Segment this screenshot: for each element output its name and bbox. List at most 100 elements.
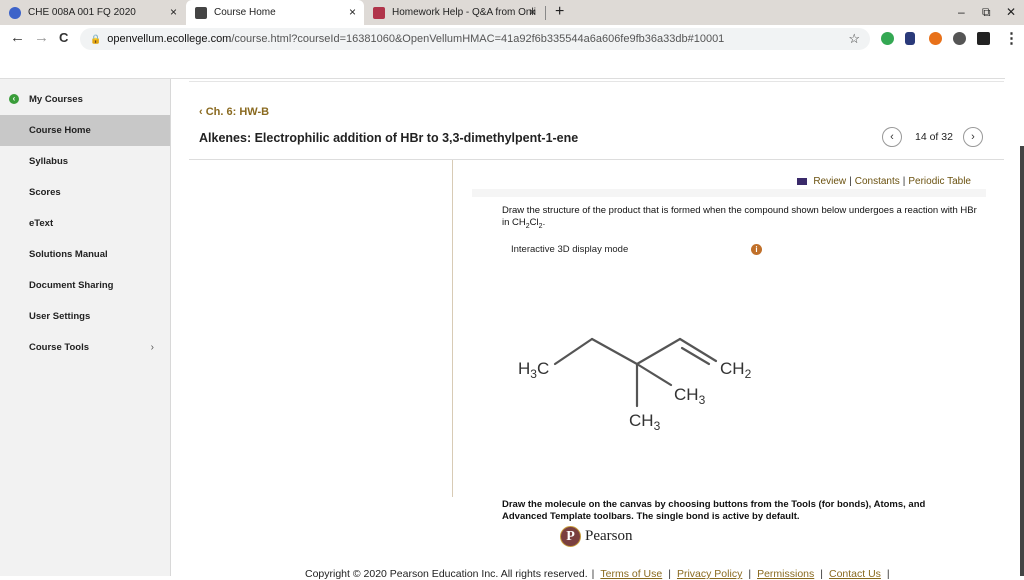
pearson-brand: P Pearson [560,526,633,547]
tab-course-home[interactable]: Course Home × [186,0,364,25]
close-tab-icon[interactable]: × [529,5,536,19]
question-text-part: Cl [529,217,539,228]
permissions-link[interactable]: Permissions [757,568,814,580]
atom-label-h3c: H3C [518,359,549,381]
question-text: Draw the structure of the product that i… [502,205,982,233]
atom-label-ch3: CH3 [629,411,661,433]
course-logo-icon [9,6,21,19]
review-link[interactable]: Review [813,176,846,187]
chegg-icon [373,6,385,19]
address-bar: ← → C 🔒 openvellum.ecollege.com/course.h… [0,25,1024,52]
close-tab-icon[interactable]: × [349,5,356,19]
next-question-button[interactable]: › [962,127,983,147]
divider [189,81,1004,82]
page-scrollbar[interactable] [1020,146,1024,576]
sidebar-item-label: Document Sharing [29,280,114,291]
tab-title: Course Home [214,7,276,18]
drawing-instructions: Draw the molecule on the canvas by choos… [502,499,926,522]
sidebar-item-etext[interactable]: eText [0,208,170,239]
forward-button[interactable]: → [34,29,49,46]
puzzle-extensions-icon[interactable] [977,32,990,45]
url-input[interactable]: 🔒 openvellum.ecollege.com/course.html?co… [80,28,870,50]
atom-label-ch3: CH3 [674,385,706,407]
resources-links: Review | Constants | Periodic Table [797,176,971,187]
bookmark-star-icon[interactable]: ☆ [848,31,860,47]
sidebar-item-label: Scores [29,187,61,198]
tab-separator [545,6,546,20]
tab-title: CHE 008A 001 FQ 2020 [28,7,136,18]
extension-icon[interactable] [905,32,915,45]
footer: Copyright © 2020 Pearson Education Inc. … [305,568,890,580]
panel-divider [452,160,453,497]
sidebar-item-syllabus[interactable]: Syllabus [0,146,170,177]
sidebar-item-document-sharing[interactable]: Document Sharing [0,270,170,301]
bond [553,337,594,366]
privacy-policy-link[interactable]: Privacy Policy [677,568,742,580]
book-icon [797,178,808,185]
lock-icon: 🔒 [90,33,102,44]
sidebar-item-course-home[interactable]: Course Home [0,115,170,146]
terms-of-use-link[interactable]: Terms of Use [600,568,662,580]
pearson-wordmark: Pearson [585,528,633,544]
question-pager: ‹ 14 of 32 › [882,127,983,147]
constants-link[interactable]: Constants [855,176,900,187]
browser-tab-strip: CHE 008A 001 FQ 2020 × Course Home × Hom… [0,0,1024,25]
atom-label-ch2: CH2 [720,359,752,381]
breadcrumb-label: Ch. 6: HW-B [205,106,270,118]
question-text-part: Draw the structure of the product that i… [502,205,977,228]
new-tab-button[interactable]: + [555,3,564,21]
restore-button[interactable]: ⧉ [982,5,991,20]
back-button[interactable]: ← [10,29,25,46]
separator: | [748,568,752,580]
separator: | [849,176,852,187]
separator: | [591,568,595,580]
separator: | [902,176,906,187]
divider [189,159,1004,160]
chevron-right-icon: › [150,342,154,353]
contact-us-link[interactable]: Contact Us [829,568,881,580]
sidebar-item-label: eText [29,218,54,229]
url-host: openvellum.ecollege.com [107,33,232,45]
sidebar: ‹ My Courses Course Home Syllabus Scores… [0,79,171,576]
tab-homework-help[interactable]: Homework Help - Q&A from Onli × [364,0,544,25]
extension-icon[interactable] [953,32,966,45]
extension-icon[interactable] [929,32,942,45]
bond [590,337,639,366]
periodic-table-link[interactable]: Periodic Table [908,176,971,187]
bond [635,337,682,366]
sidebar-item-label: User Settings [29,311,91,322]
tab-title: Homework Help - Q&A from Onli [392,7,536,18]
grammarly-extension-icon[interactable] [881,32,894,45]
sidebar-item-label: Course Home [29,125,91,136]
sidebar-item-label: Solutions Manual [29,249,108,260]
copyright-text: Copyright © 2020 Pearson Education Inc. … [305,568,588,580]
sidebar-item-solutions-manual[interactable]: Solutions Manual [0,239,170,270]
main-content: ‹ Ch. 6: HW-B Alkenes: Electrophilic add… [171,79,1024,580]
sidebar-item-label: Syllabus [29,156,69,167]
double-bond [680,346,711,366]
pearson-logo-icon: P [560,526,581,547]
browser-menu-icon[interactable]: ⋮ [1004,29,1019,47]
tab-che-008a[interactable]: CHE 008A 001 FQ 2020 × [0,0,185,25]
page-icon [195,6,207,19]
sidebar-item-user-settings[interactable]: User Settings [0,301,170,332]
previous-question-button[interactable]: ‹ [882,127,902,147]
bond [635,362,673,387]
breadcrumb[interactable]: ‹ Ch. 6: HW-B [199,106,269,118]
display-mode-label[interactable]: Interactive 3D display mode [511,244,628,255]
info-icon[interactable]: i [751,244,762,255]
sidebar-item-scores[interactable]: Scores [0,177,170,208]
reload-button[interactable]: C [59,30,68,45]
sidebar-item-my-courses[interactable]: ‹ My Courses [0,84,170,115]
separator: | [668,568,671,580]
sidebar-item-course-tools[interactable]: Course Tools › [0,332,170,363]
back-arrow-icon: ‹ [9,94,19,104]
chevron-left-icon: ‹ [199,106,203,118]
url-path: /course.html?courseId=16381060&OpenVellu… [231,33,725,45]
molecule-structure: H3C CH2 CH3 CH3 [518,337,752,433]
close-tab-icon[interactable]: × [170,5,177,19]
minimize-button[interactable]: – [958,5,965,19]
close-window-button[interactable]: ✕ [1006,5,1016,19]
page-content: ‹ My Courses Course Home Syllabus Scores… [0,52,1024,580]
sidebar-item-label: Course Tools [29,342,89,353]
